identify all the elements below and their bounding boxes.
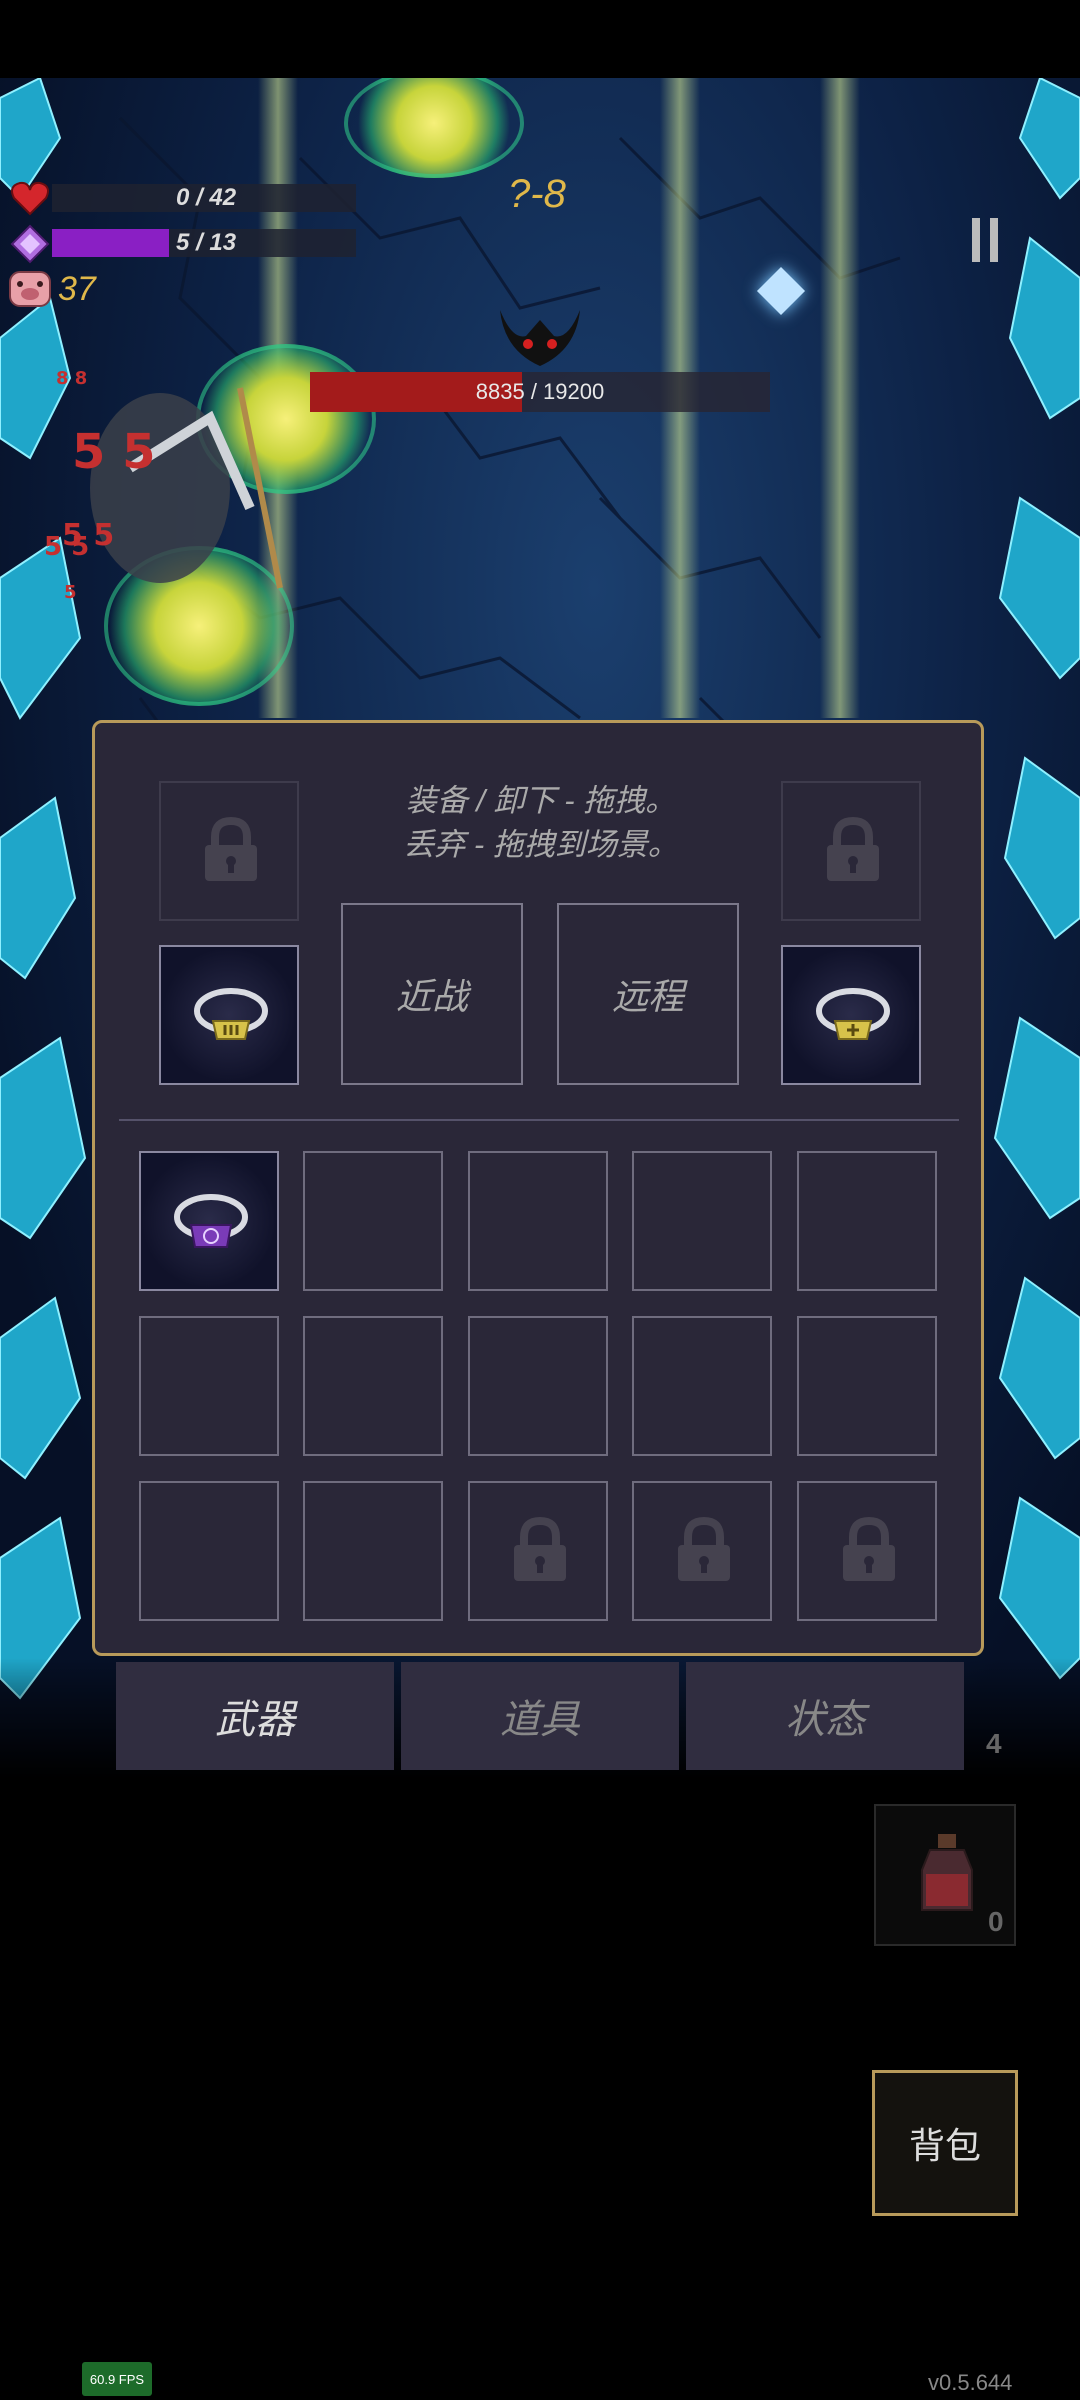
light-beam <box>820 78 860 718</box>
version-label: v0.5.644 <box>928 2370 1013 2395</box>
crystal-wall-right <box>993 78 1080 1680</box>
lock-icon <box>827 817 879 881</box>
bag-slot[interactable] <box>632 1151 772 1291</box>
heart-icon <box>11 181 49 216</box>
backpack-button[interactable]: 背包 <box>872 2070 1018 2216</box>
equipped-ring-right[interactable] <box>781 945 921 1085</box>
lock-icon <box>205 817 257 881</box>
tab-weapon[interactable]: 武器 <box>116 1662 394 1770</box>
bag-slot[interactable] <box>139 1316 279 1456</box>
bag-slot-locked <box>468 1481 608 1621</box>
bag-slot-locked <box>797 1481 937 1621</box>
tab-items[interactable]: 道具 <box>401 1662 679 1770</box>
bag-slot[interactable] <box>303 1481 443 1621</box>
bag-slot-ring-purple[interactable] <box>139 1151 279 1291</box>
bag-slot[interactable] <box>303 1151 443 1291</box>
boss-demon-icon <box>500 310 580 366</box>
player-character <box>90 387 283 589</box>
mana-gem-icon <box>10 224 50 264</box>
lock-icon <box>514 1517 566 1581</box>
hp-text: 0 / 42 <box>176 184 237 211</box>
locked-slot-right <box>781 781 921 921</box>
fps-counter: 60.9 FPS <box>82 2362 152 2396</box>
gold-ring-icon <box>194 988 268 1040</box>
mana-text: 5 / 13 <box>176 229 237 256</box>
locked-slot-left <box>159 781 299 921</box>
bag-slot[interactable] <box>797 1151 937 1291</box>
melee-slot[interactable]: 近战 <box>341 903 523 1085</box>
damage-number: 5 5 <box>72 424 156 480</box>
lock-icon <box>678 1517 730 1581</box>
bag-slot[interactable] <box>468 1316 608 1456</box>
pause-button[interactable] <box>972 218 1002 262</box>
bag-slot[interactable] <box>139 1481 279 1621</box>
bag-slot[interactable] <box>797 1316 937 1456</box>
crystal-wall-left <box>0 78 87 1700</box>
inventory-panel: 装备 / 卸下 - 拖拽。 丢弃 - 拖拽到场景。 近战 远程 <box>92 720 984 1656</box>
tab-status[interactable]: 状态 <box>686 1662 964 1770</box>
gold-ring-icon <box>816 988 890 1040</box>
mana-bar-fill <box>52 229 170 257</box>
lock-icon <box>843 1517 895 1581</box>
gem-count: 4 <box>986 1728 1002 1759</box>
coin-count: 37 <box>58 270 96 308</box>
bag-slot[interactable] <box>303 1316 443 1456</box>
potion-slot[interactable]: 0 <box>874 1804 1016 1946</box>
pig-coin-icon <box>9 271 51 307</box>
ranged-slot[interactable]: 远程 <box>557 903 739 1085</box>
bag-slot-locked <box>632 1481 772 1621</box>
bag-slot[interactable] <box>468 1151 608 1291</box>
boss-hp-bar: 8835 / 19200 <box>310 372 770 412</box>
panel-divider <box>119 1119 959 1121</box>
damage-number: 8 8 <box>56 368 88 389</box>
pause-icon <box>990 218 998 262</box>
damage-number: 5 <box>64 582 77 603</box>
bag-slot[interactable] <box>632 1316 772 1456</box>
potion-count: 0 <box>988 1906 1004 1937</box>
damage-number: 5 5 <box>44 532 90 562</box>
equipped-ring-left[interactable] <box>159 945 299 1085</box>
purple-ring-icon <box>174 1194 248 1248</box>
boss-hp-text: 8835 / 19200 <box>475 379 605 404</box>
pause-icon <box>972 218 980 262</box>
potion-icon <box>921 1834 973 1911</box>
stage-label: ?-8 <box>508 172 566 216</box>
